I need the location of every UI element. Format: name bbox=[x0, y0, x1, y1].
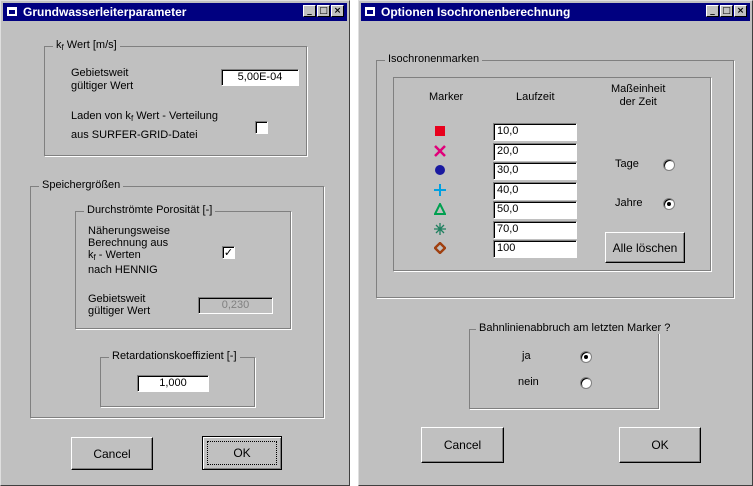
porosity-approx-checkbox[interactable]: ✓ bbox=[222, 246, 235, 259]
window-controls: _ □ × bbox=[303, 5, 344, 17]
abort-yes-radio[interactable] bbox=[580, 351, 592, 363]
unit-years-label: Jahre bbox=[615, 197, 643, 209]
abort-no-radio[interactable] bbox=[580, 377, 592, 389]
retardation-group: Retardationskoeffizient [-] 1,000 bbox=[100, 350, 255, 407]
retardation-value-input[interactable]: 1,000 bbox=[137, 375, 209, 392]
markers-group-legend: Isochronenmarken bbox=[385, 53, 483, 65]
runtime-input[interactable]: 30,0 bbox=[493, 162, 577, 180]
abort-group-legend: Bahnlinienabbruch am letzten Marker ? bbox=[476, 322, 674, 334]
runtime-input[interactable]: 10,0 bbox=[493, 123, 577, 141]
marker-diamond-icon bbox=[433, 241, 447, 255]
retardation-group-legend: Retardationskoeffizient [-] bbox=[109, 350, 240, 362]
window-title: Optionen Isochronenberechnung bbox=[381, 5, 571, 19]
runtime-input[interactable]: 70,0 bbox=[493, 220, 577, 239]
maximize-button[interactable]: □ bbox=[720, 5, 733, 17]
window-controls: _ □ × bbox=[706, 5, 747, 17]
porosity-approx-label: Näherungsweise Berechnung aus kf - Werte… bbox=[88, 225, 170, 276]
col-header-unit: Maßeinheit der Zeit bbox=[611, 83, 666, 108]
runtime-input[interactable]: 40,0 bbox=[493, 181, 577, 200]
kf-area-value-input[interactable]: 5,00E-04 bbox=[221, 69, 299, 86]
window-title: Grundwasserleiterparameter bbox=[23, 5, 187, 19]
col-header-marker: Marker bbox=[429, 91, 464, 103]
system-menu-icon[interactable] bbox=[365, 7, 375, 16]
close-button[interactable]: × bbox=[331, 5, 344, 17]
marker-triangle-icon bbox=[433, 202, 447, 216]
abort-no-label: nein bbox=[518, 376, 539, 388]
minimize-button[interactable]: _ bbox=[706, 5, 719, 17]
storage-group: Speichergrößen Durchströmte Porosität [-… bbox=[30, 179, 324, 418]
abort-yes-label: ja bbox=[522, 350, 531, 362]
porosity-group-legend: Durchströmte Porosität [-] bbox=[84, 204, 216, 216]
aquifer-parameters-dialog: Grundwasserleiterparameter _ □ × kf Wert… bbox=[0, 0, 350, 486]
path-abort-group: Bahnlinienabbruch am letzten Marker ? ja… bbox=[469, 322, 674, 409]
marker-circle-icon bbox=[433, 163, 447, 177]
col-header-time: Laufzeit bbox=[516, 91, 555, 103]
kf-area-label: Gebietsweit gültiger Wert bbox=[71, 67, 134, 92]
title-bar[interactable]: Optionen Isochronenberechnung _ □ × bbox=[361, 3, 750, 21]
ok-button[interactable]: OK bbox=[202, 436, 282, 470]
runtime-input[interactable]: 100 bbox=[493, 240, 577, 258]
title-bar[interactable]: Grundwasserleiterparameter _ □ × bbox=[3, 3, 347, 21]
porosity-group: Durchströmte Porosität [-] Näherungsweis… bbox=[75, 204, 291, 329]
runtime-input[interactable]: 20,0 bbox=[493, 142, 577, 161]
maximize-button[interactable]: □ bbox=[317, 5, 330, 17]
runtime-input[interactable]: 50,0 bbox=[493, 201, 577, 219]
system-menu-icon[interactable] bbox=[7, 7, 17, 16]
kf-group-legend: kf Wert [m/s] bbox=[53, 39, 120, 52]
cancel-button[interactable]: Cancel bbox=[71, 437, 153, 470]
porosity-area-label: Gebietsweit gültiger Wert bbox=[88, 293, 151, 317]
focus-rectangle bbox=[207, 441, 277, 465]
unit-days-label: Tage bbox=[615, 158, 639, 170]
kf-value-group: kf Wert [m/s] Gebietsweit gültiger Wert … bbox=[44, 39, 307, 156]
cancel-button[interactable]: Cancel bbox=[421, 427, 504, 463]
ok-button[interactable]: OK bbox=[619, 427, 701, 463]
clear-all-button[interactable]: Alle löschen bbox=[605, 232, 685, 263]
kf-load-label: Laden von kf Wert - Verteilung aus SURFE… bbox=[71, 110, 218, 141]
minimize-button[interactable]: _ bbox=[303, 5, 316, 17]
unit-days-radio[interactable] bbox=[663, 159, 675, 171]
isochrone-options-dialog: Optionen Isochronenberechnung _ □ × Isoc… bbox=[358, 0, 753, 486]
close-button[interactable]: × bbox=[734, 5, 747, 17]
marker-x-icon bbox=[433, 144, 447, 158]
marker-square-icon bbox=[433, 124, 447, 138]
marker-plus-icon bbox=[433, 183, 447, 197]
storage-group-legend: Speichergrößen bbox=[39, 179, 124, 191]
porosity-area-value-input[interactable]: 0,230 bbox=[198, 297, 273, 314]
unit-years-radio[interactable] bbox=[663, 198, 675, 210]
marker-asterisk-icon bbox=[433, 222, 447, 236]
kf-load-checkbox[interactable] bbox=[255, 121, 268, 134]
isochrone-markers-group: Isochronenmarken Marker Laufzeit Maßeinh… bbox=[376, 53, 734, 298]
